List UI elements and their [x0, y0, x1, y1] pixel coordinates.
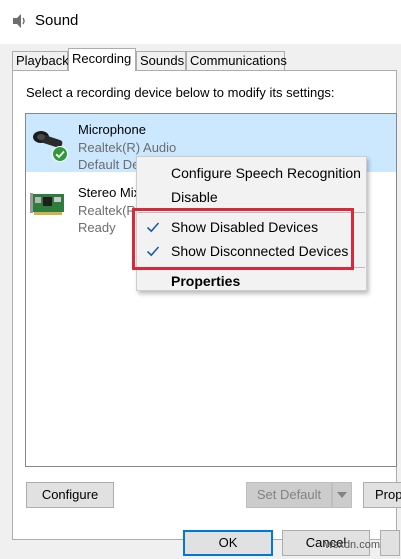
menu-item-label: Disable: [171, 189, 218, 205]
menu-item-disable[interactable]: Disable: [137, 186, 366, 210]
menu-item-label: Show Disconnected Devices: [171, 243, 349, 259]
menu-separator: [138, 212, 365, 213]
title-bar: Sound: [0, 0, 401, 44]
set-default-button[interactable]: Set Default: [246, 482, 332, 508]
device-driver: Realtek(R): [78, 203, 141, 218]
tab-label: Sounds: [140, 53, 185, 68]
context-menu: Configure Speech Recognition Disable Sho…: [136, 156, 367, 291]
recording-panel: Select a recording device below to modif…: [12, 70, 401, 540]
menu-separator: [138, 267, 365, 268]
checkmark-icon: [146, 222, 160, 233]
tab-label: Communications: [190, 53, 287, 68]
tab-label: Playback: [16, 53, 69, 68]
menu-item-label: Configure Speech Recognition: [171, 165, 361, 181]
properties-button[interactable]: Prop: [363, 482, 401, 508]
tab-playback[interactable]: Playback: [12, 51, 69, 70]
chevron-down-icon: [337, 492, 347, 498]
device-name: Microphone: [78, 122, 146, 137]
menu-item-label: Properties: [171, 273, 241, 289]
menu-item-show-disabled-devices[interactable]: Show Disabled Devices: [137, 216, 366, 240]
tab-communications[interactable]: Communications: [186, 51, 287, 70]
menu-item-configure-speech-recognition[interactable]: Configure Speech Recognition: [137, 162, 366, 186]
instructions-text: Select a recording device below to modif…: [26, 85, 335, 100]
apply-button[interactable]: [380, 530, 400, 556]
default-check-badge-icon: [52, 146, 68, 162]
menu-item-properties[interactable]: Properties: [137, 270, 366, 294]
menu-item-label: Show Disabled Devices: [171, 219, 319, 235]
set-default-dropdown[interactable]: [332, 482, 352, 508]
tab-recording[interactable]: Recording: [68, 48, 136, 71]
speaker-icon: [13, 14, 25, 28]
window-title: Sound: [35, 12, 79, 29]
checkmark-icon: [146, 246, 160, 257]
tab-sounds[interactable]: Sounds: [136, 51, 186, 70]
ok-button[interactable]: OK: [183, 530, 273, 556]
device-driver: Realtek(R) Audio: [78, 140, 177, 155]
menu-item-show-disconnected-devices[interactable]: Show Disconnected Devices: [137, 240, 366, 264]
device-status: Ready: [78, 220, 116, 235]
sound-card-icon: [30, 193, 64, 215]
device-name: Stereo Mix: [78, 185, 141, 200]
configure-button[interactable]: Configure: [26, 482, 114, 508]
tab-label: Recording: [72, 51, 132, 66]
watermark: wsxdn.com: [325, 539, 381, 551]
